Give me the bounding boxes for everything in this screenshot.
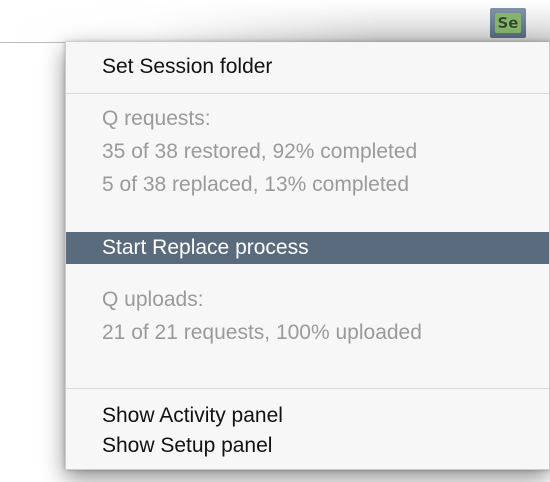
q-requests-header: Q requests:: [102, 107, 211, 130]
menu-separator: [66, 93, 549, 94]
menu-item-show-activity-panel[interactable]: Show Activity panel: [66, 403, 549, 429]
menu-bar: Se: [0, 0, 550, 43]
menu-item-set-session-folder[interactable]: Set Session folder: [66, 54, 549, 80]
dropdown-menu: Set Session folder Q requests: 35 of 38 …: [65, 42, 550, 470]
q-requests-replaced-status: 5 of 38 replaced, 13% completed: [102, 173, 410, 196]
q-uploads-status: 21 of 21 requests, 100% uploaded: [102, 321, 422, 344]
menu-separator: [66, 388, 549, 389]
q-requests-restored-status: 35 of 38 restored, 92% completed: [102, 140, 418, 163]
menu-item-start-replace-process[interactable]: Start Replace process: [66, 232, 549, 264]
app-status-icon: Se: [494, 13, 522, 33]
q-uploads-header: Q uploads:: [102, 288, 204, 311]
status-menu-item[interactable]: Se: [490, 8, 526, 38]
menu-item-show-setup-panel[interactable]: Show Setup panel: [66, 433, 549, 459]
menu-bar-fade: [0, 0, 380, 42]
